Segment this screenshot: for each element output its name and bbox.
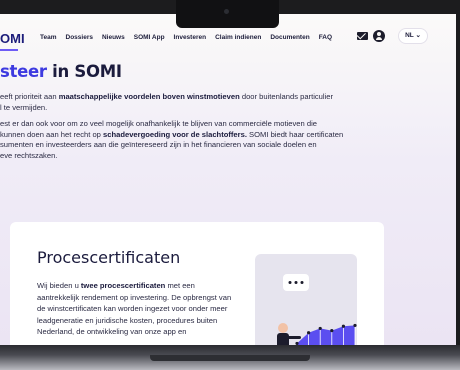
somi-logo[interactable]: OMI <box>0 28 25 50</box>
paragraph-text: l te vermijden. <box>0 102 48 112</box>
paragraph-text: door buitenlands particulier <box>239 92 334 101</box>
intro-paragraph-1: eeft prioriteit aan maatschappelijke voo… <box>0 92 430 113</box>
paragraph-text: sumenten en investeerders aan die geïnte… <box>0 140 317 150</box>
growth-chart-illustration <box>277 274 357 345</box>
card-body: Wij bieden u twee procescertificaten met… <box>37 280 237 338</box>
nav-item-investeren[interactable]: Investeren <box>174 34 207 41</box>
paragraph-bold: schadevergoeding voor de slachtoffers. <box>103 129 247 139</box>
card-title: Procescertificaten <box>37 248 181 267</box>
nav-item-documenten[interactable]: Documenten <box>270 34 309 41</box>
nav-item-claim-indienen[interactable]: Claim indienen <box>215 34 261 41</box>
page-title-accent: steer <box>0 62 47 81</box>
paragraph-text: est er dan ook voor om zo veel mogelijk … <box>0 119 317 128</box>
logo-underline <box>0 49 18 51</box>
browser-screen: OMI Team Dossiers Nieuws SOMI App Invest… <box>0 14 456 345</box>
chat-bubble-icon <box>283 274 309 291</box>
nav-item-faq[interactable]: FAQ <box>319 34 332 41</box>
investment-illustration <box>255 254 357 345</box>
nav-item-dossiers[interactable]: Dossiers <box>66 34 93 41</box>
procescertificaten-card: Procescertificaten Wij bieden u twee pro… <box>10 222 384 345</box>
paragraph-text: eeft prioriteit aan <box>0 92 59 101</box>
main-nav: Team Dossiers Nieuws SOMI App Investeren… <box>40 34 332 41</box>
page-title: steer in SOMI <box>0 62 122 81</box>
mail-icon[interactable] <box>357 32 368 40</box>
nav-item-nieuws[interactable]: Nieuws <box>102 34 125 41</box>
language-selector[interactable]: NL ⌄ <box>399 29 427 43</box>
growth-point-5 <box>353 323 357 328</box>
growth-point-1 <box>307 331 311 335</box>
page-title-rest: in SOMI <box>46 62 122 81</box>
user-account-icon[interactable] <box>373 30 385 42</box>
growth-point-4 <box>341 324 345 328</box>
nav-item-team[interactable]: Team <box>40 34 57 41</box>
nav-item-somi-app[interactable]: SOMI App <box>134 34 165 41</box>
paragraph-bold: maatschappelijke voordelen boven winstmo… <box>58 92 240 101</box>
card-bold: twee procescertificaten <box>80 281 166 290</box>
growth-point-2 <box>318 326 322 331</box>
intro-paragraph-2: est er dan ook voor om zo veel mogelijk … <box>0 119 430 161</box>
paragraph-text: SOMI biedt haar certificaten <box>246 129 344 139</box>
paragraph-text: eve rechtszaken. <box>0 150 58 160</box>
person-figure <box>277 323 301 345</box>
growth-area <box>297 325 355 345</box>
laptop-bezel-right <box>456 0 460 345</box>
card-text: Wij bieden u <box>37 281 81 290</box>
growth-point-3 <box>330 328 334 333</box>
camera-notch <box>176 0 279 28</box>
laptop-hinge <box>150 355 310 361</box>
camera-icon <box>224 9 229 14</box>
paragraph-text: kunnen doen aan het recht op <box>0 129 104 139</box>
